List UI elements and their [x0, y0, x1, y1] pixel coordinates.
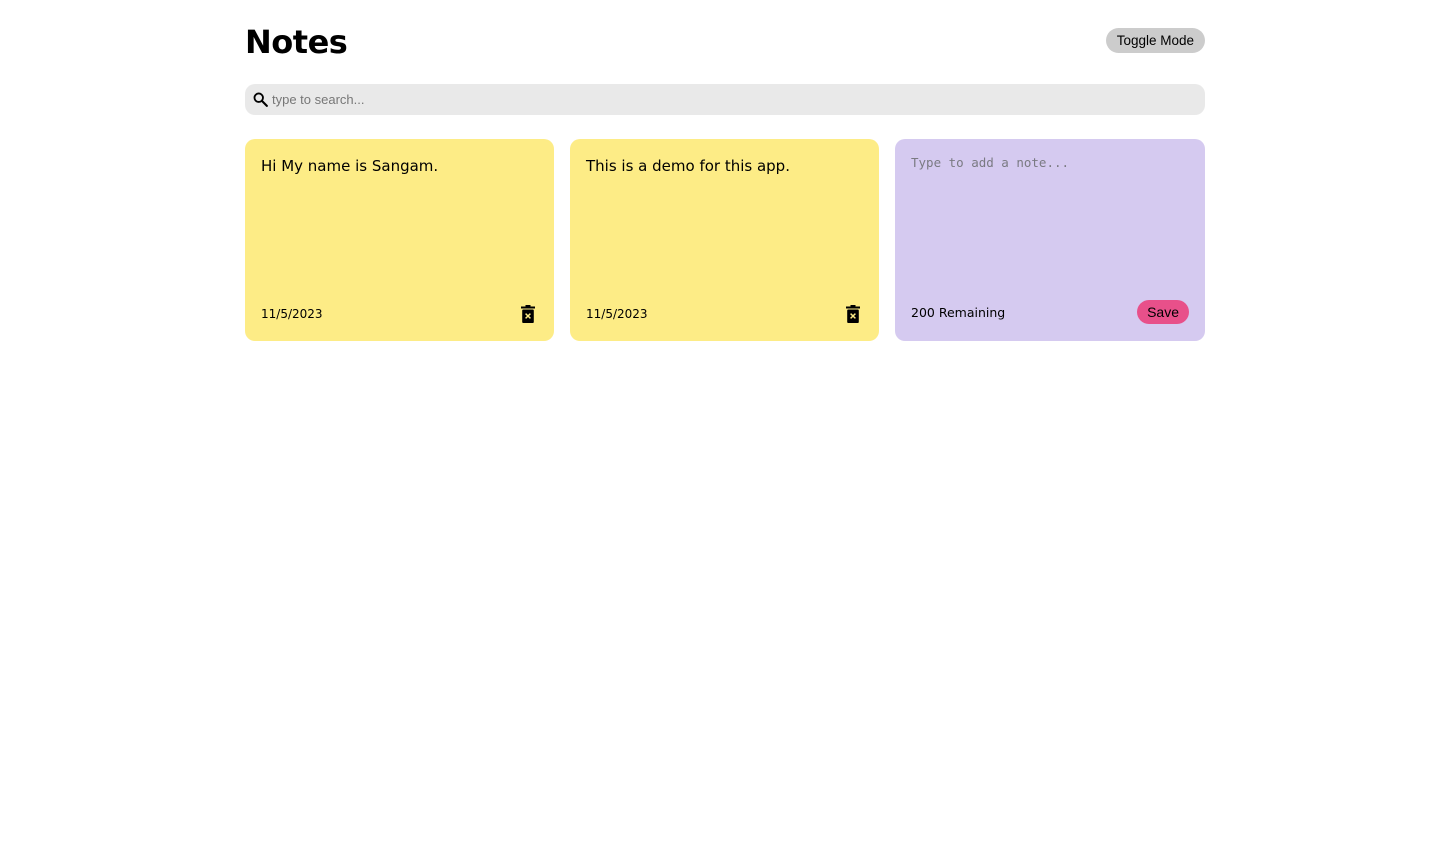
trash-icon[interactable]: [521, 305, 535, 323]
note-date: 11/5/2023: [261, 307, 323, 321]
note-text: Hi My name is Sangam.: [261, 157, 439, 175]
save-button[interactable]: Save: [1137, 300, 1189, 324]
trash-icon[interactable]: [846, 305, 860, 323]
toggle-mode-button[interactable]: Toggle Mode: [1105, 28, 1205, 53]
search-icon: [253, 92, 268, 107]
notes-list: Hi My name is Sangam. 11/5/2023 This is …: [245, 139, 1205, 341]
search-input[interactable]: [272, 84, 1192, 115]
add-note-textarea[interactable]: [911, 155, 1189, 285]
note-date: 11/5/2023: [586, 307, 648, 321]
header: Notes Toggle Mode: [245, 0, 1205, 84]
app-container: Notes Toggle Mode Hi My name is Sangam. …: [245, 0, 1205, 341]
characters-remaining: 200 Remaining: [911, 305, 1006, 320]
note-card: Hi My name is Sangam. 11/5/2023: [245, 139, 554, 341]
note-text: This is a demo for this app.: [586, 157, 790, 175]
page-title: Notes: [245, 23, 348, 61]
note-card: This is a demo for this app. 11/5/2023: [570, 139, 879, 341]
add-note-card: 200 Remaining Save: [895, 139, 1205, 341]
search-bar: [245, 84, 1205, 115]
